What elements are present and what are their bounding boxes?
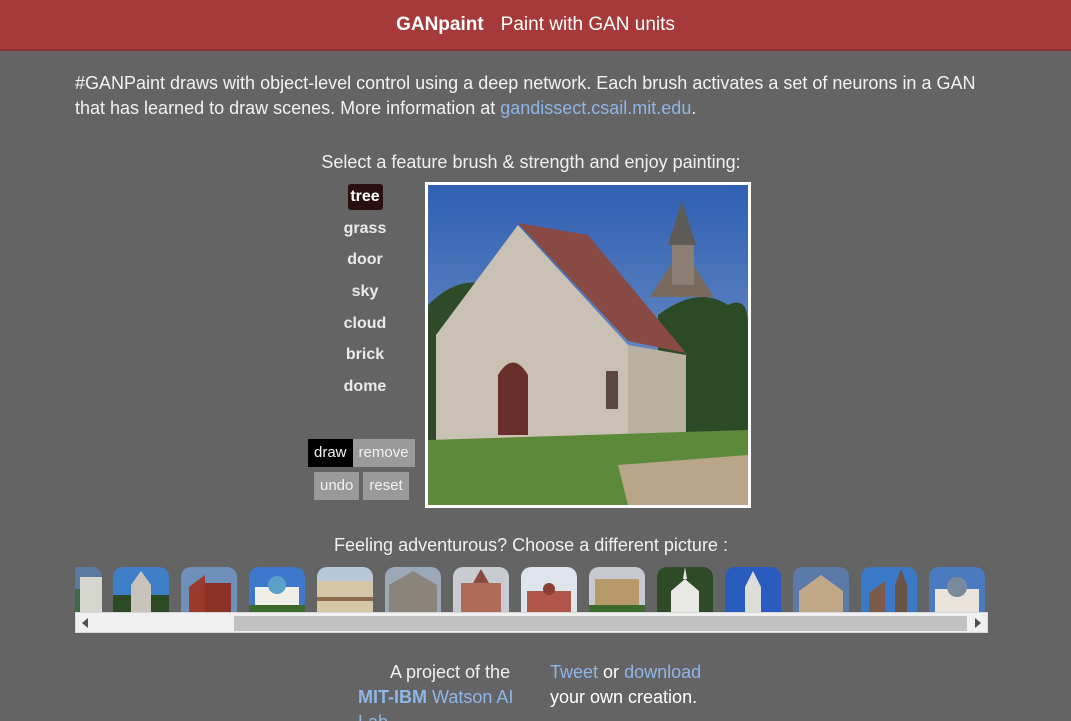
- scroll-right-icon[interactable]: [975, 618, 981, 628]
- picture-thumb[interactable]: [929, 567, 985, 612]
- remove-button[interactable]: remove: [352, 439, 415, 467]
- or-text: or: [603, 662, 620, 682]
- brush-dome[interactable]: dome: [330, 374, 400, 400]
- picture-thumb[interactable]: [521, 567, 577, 612]
- intro-end: .: [691, 98, 697, 118]
- feeling-title: Feeling adventurous? Choose a different …: [334, 535, 728, 555]
- picture-thumb[interactable]: [181, 567, 237, 612]
- picture-thumb[interactable]: [385, 567, 441, 612]
- undo-button[interactable]: undo: [314, 472, 360, 500]
- thumb-image: [521, 567, 577, 612]
- action-buttons: undo reset: [314, 472, 409, 500]
- picture-thumb[interactable]: [317, 567, 373, 612]
- thumb-image: [249, 567, 305, 612]
- picture-thumb[interactable]: [75, 567, 102, 612]
- thumb-image: [725, 567, 781, 612]
- thumb-image: [181, 567, 237, 612]
- picture-thumb[interactable]: [249, 567, 305, 612]
- reset-button[interactable]: reset: [363, 472, 409, 500]
- draw-button[interactable]: draw: [308, 439, 353, 467]
- brush-brick[interactable]: brick: [330, 342, 400, 368]
- brush-select-title: Select a feature brush & strength and en…: [321, 152, 741, 172]
- thumb-image: [385, 567, 441, 612]
- brush-grass[interactable]: grass: [330, 216, 400, 242]
- picture-thumb[interactable]: [657, 567, 713, 612]
- footer-project: A project of the MIT-IBM Watson AI Lab: [358, 660, 548, 721]
- thumb-image: [929, 567, 985, 612]
- brush-cloud[interactable]: cloud: [330, 311, 400, 337]
- footer-share: Tweet or download your own creation.: [550, 660, 750, 710]
- brush-tree[interactable]: tree: [347, 184, 383, 210]
- app-tagline: Paint with GAN units: [500, 13, 675, 35]
- mode-toggle: draw remove: [308, 439, 415, 467]
- app-header: GANpaint Paint with GAN units: [0, 0, 1071, 51]
- thumb-image: [793, 567, 849, 612]
- app-title: GANpaint: [396, 13, 484, 35]
- gandissect-link[interactable]: gandissect.csail.mit.edu: [500, 98, 691, 118]
- intro-text: #GANPaint draws with object-level contro…: [75, 71, 995, 121]
- thumb-image: [317, 567, 373, 612]
- picture-thumb[interactable]: [861, 567, 917, 612]
- scroll-left-icon[interactable]: [82, 618, 88, 628]
- thumb-image: [657, 567, 713, 612]
- thumb-image: [453, 567, 509, 612]
- picture-thumb[interactable]: [589, 567, 645, 612]
- mit-ibm-logo-text[interactable]: MIT-IBM: [358, 687, 427, 707]
- thumb-image: [589, 567, 645, 612]
- project-prefix: A project of the: [390, 662, 511, 682]
- brush-sky[interactable]: sky: [330, 279, 400, 305]
- paint-canvas[interactable]: [425, 182, 751, 508]
- church-painting: [428, 185, 748, 505]
- picture-thumb[interactable]: [793, 567, 849, 612]
- picture-strip[interactable]: [75, 567, 988, 612]
- creation-text: your own creation.: [550, 687, 698, 707]
- picture-thumb[interactable]: [113, 567, 169, 612]
- picture-thumb[interactable]: [725, 567, 781, 612]
- brush-door[interactable]: door: [330, 247, 400, 273]
- tweet-link[interactable]: Tweet: [550, 662, 598, 682]
- thumb-image: [861, 567, 917, 612]
- download-link[interactable]: download: [624, 662, 701, 682]
- thumb-image: [75, 567, 102, 612]
- picture-thumb[interactable]: [453, 567, 509, 612]
- scroll-thumb[interactable]: [234, 616, 967, 631]
- picture-scrollbar[interactable]: [75, 612, 988, 633]
- thumb-image: [113, 567, 169, 612]
- brush-list: tree grass door sky cloud brick dome: [330, 184, 400, 406]
